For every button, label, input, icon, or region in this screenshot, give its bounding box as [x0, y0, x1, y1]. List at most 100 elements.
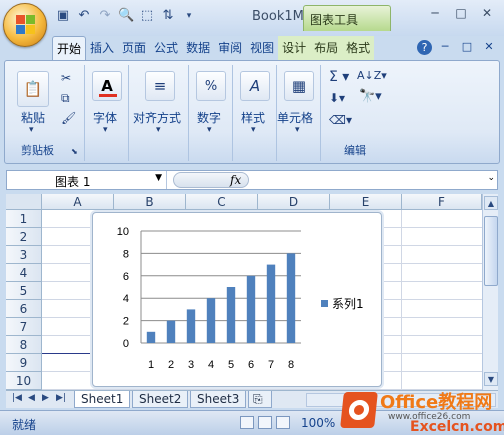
- font-button[interactable]: 字体: [93, 109, 117, 126]
- tab-review[interactable]: 审阅: [214, 36, 246, 60]
- minimize-button[interactable]: ─: [424, 6, 446, 20]
- undo-icon[interactable]: ↶: [76, 8, 92, 24]
- font-icon[interactable]: A: [92, 71, 122, 101]
- customize-qat-icon[interactable]: ▾: [181, 8, 197, 24]
- sort-filter-icon[interactable]: A↓Z▾: [357, 69, 387, 82]
- page-layout-view-icon[interactable]: [258, 416, 272, 429]
- number-format-icon[interactable]: %: [196, 71, 226, 101]
- row-header-7[interactable]: 7: [6, 318, 42, 336]
- format-painter-icon[interactable]: ⬚: [139, 8, 155, 24]
- y-tick-label: 8: [123, 248, 129, 260]
- watermark-brand: Office教程网: [380, 392, 493, 413]
- copy-icon[interactable]: ⧉: [61, 91, 70, 106]
- zoom-level[interactable]: 100%: [301, 416, 335, 430]
- scroll-up-icon[interactable]: ▲: [484, 196, 498, 210]
- tab-view[interactable]: 视图: [246, 36, 278, 60]
- clear-icon[interactable]: ⌫▾: [329, 113, 352, 127]
- help-icon[interactable]: ?: [417, 40, 432, 55]
- tab-format[interactable]: 格式: [342, 36, 375, 60]
- column-header-a[interactable]: A: [42, 194, 114, 210]
- insert-function-icon[interactable]: fx: [230, 173, 241, 187]
- styles-button[interactable]: 样式: [241, 109, 265, 126]
- styles-dropdown-icon[interactable]: ▾: [251, 125, 256, 135]
- expand-formula-bar-icon[interactable]: ⌄: [487, 173, 495, 183]
- format-painter-brush-icon[interactable]: 🖌: [61, 111, 76, 125]
- row-header-3[interactable]: 3: [6, 246, 42, 264]
- y-tick-label: 2: [123, 316, 129, 328]
- font-dropdown-icon[interactable]: ▾: [103, 125, 108, 135]
- column-header-d[interactable]: D: [258, 194, 330, 210]
- embedded-chart[interactable]: 0 2 4 6 8 10 1 2 3 4 5 6 7 8 系列1: [92, 212, 382, 387]
- workbook-minimize-button[interactable]: ─: [436, 40, 454, 56]
- cells-icon[interactable]: ▦: [284, 71, 314, 101]
- tab-home[interactable]: 开始: [52, 36, 87, 60]
- title-bar: ▣ ↶ ↷ 🔍 ⬚ ⇅ ▾ Book1M 图表工具 ─ □ ✕: [0, 0, 504, 47]
- prev-sheet-icon[interactable]: ◀: [28, 393, 35, 403]
- name-box-dropdown-icon[interactable]: ▼: [155, 173, 162, 183]
- tab-layout[interactable]: 布局: [310, 36, 343, 60]
- tab-design[interactable]: 设计: [278, 36, 311, 60]
- autosum-icon[interactable]: Σ ▾: [329, 69, 349, 85]
- clipboard-launcher-icon[interactable]: ⬊: [71, 147, 78, 156]
- editing-group: Σ ▾ A↓Z▾ ⬇▾ 🔭▾ ⌫▾ 编辑: [323, 65, 387, 161]
- column-header-b[interactable]: B: [114, 194, 186, 210]
- office-button[interactable]: [3, 3, 47, 47]
- save-icon[interactable]: ▣: [55, 8, 71, 24]
- redo-icon[interactable]: ↷: [97, 8, 113, 24]
- cut-icon[interactable]: ✂: [61, 71, 71, 85]
- tab-page-layout[interactable]: 页面: [118, 36, 150, 60]
- alignment-button[interactable]: 对齐方式: [133, 109, 181, 126]
- workbook-restore-button[interactable]: □: [458, 40, 476, 56]
- column-header-e[interactable]: E: [330, 194, 402, 210]
- paste-icon[interactable]: 📋: [17, 71, 49, 107]
- scroll-thumb[interactable]: [484, 216, 498, 286]
- row-header-4[interactable]: 4: [6, 264, 42, 282]
- styles-icon[interactable]: A: [240, 71, 270, 101]
- chart-legend[interactable]: 系列1: [321, 295, 364, 312]
- column-header-f[interactable]: F: [402, 194, 482, 210]
- column-header-c[interactable]: C: [186, 194, 258, 210]
- paste-button[interactable]: 粘贴: [21, 109, 45, 126]
- row-header-2[interactable]: 2: [6, 228, 42, 246]
- cells-dropdown-icon[interactable]: ▾: [295, 125, 300, 135]
- alignment-dropdown-icon[interactable]: ▾: [156, 125, 161, 135]
- number-button[interactable]: 数字: [197, 109, 221, 126]
- next-sheet-icon[interactable]: ▶: [42, 393, 49, 403]
- x-tick-label: 7: [268, 359, 274, 371]
- insert-sheet-icon[interactable]: ⎘: [248, 391, 272, 408]
- first-sheet-icon[interactable]: |◀: [12, 393, 22, 403]
- name-box[interactable]: 图表 1 ▼: [7, 171, 167, 189]
- find-select-icon[interactable]: 🔭▾: [359, 89, 382, 104]
- sheet-tab-sheet3[interactable]: Sheet3: [190, 391, 247, 408]
- normal-view-icon[interactable]: [240, 416, 254, 429]
- maximize-button[interactable]: □: [450, 6, 472, 20]
- tab-formulas[interactable]: 公式: [150, 36, 182, 60]
- print-preview-icon[interactable]: 🔍: [118, 8, 134, 24]
- tab-insert[interactable]: 插入: [86, 36, 118, 60]
- row-header-1[interactable]: 1: [6, 210, 42, 228]
- tab-data[interactable]: 数据: [182, 36, 214, 60]
- cells-button[interactable]: 单元格: [277, 109, 313, 126]
- vertical-scrollbar[interactable]: ▲ ▼: [482, 194, 498, 390]
- quick-access-toolbar: ▣ ↶ ↷ 🔍 ⬚ ⇅ ▾: [55, 8, 197, 24]
- bar: [266, 264, 276, 343]
- number-dropdown-icon[interactable]: ▾: [207, 125, 212, 135]
- sheet-tab-sheet2[interactable]: Sheet2: [132, 391, 189, 408]
- alignment-icon[interactable]: ≡: [145, 71, 175, 101]
- workbook-close-button[interactable]: ✕: [480, 40, 498, 56]
- row-header-8[interactable]: 8: [6, 336, 42, 354]
- last-sheet-icon[interactable]: ▶|: [56, 393, 66, 403]
- page-break-view-icon[interactable]: [276, 416, 290, 429]
- sheet-tab-sheet1[interactable]: Sheet1: [74, 391, 131, 408]
- row-header-9[interactable]: 9: [6, 354, 42, 372]
- select-all-corner[interactable]: [6, 194, 42, 210]
- scroll-down-icon[interactable]: ▼: [484, 372, 498, 386]
- close-button[interactable]: ✕: [476, 6, 498, 20]
- fill-icon[interactable]: ⬇▾: [329, 91, 345, 105]
- row-header-10[interactable]: 10: [6, 372, 42, 390]
- row-header-6[interactable]: 6: [6, 300, 42, 318]
- ribbon-window-controls: ? ─ □ ✕: [417, 40, 498, 56]
- row-header-5[interactable]: 5: [6, 282, 42, 300]
- sort-icon[interactable]: ⇅: [160, 8, 176, 24]
- paste-dropdown-icon[interactable]: ▾: [29, 125, 34, 135]
